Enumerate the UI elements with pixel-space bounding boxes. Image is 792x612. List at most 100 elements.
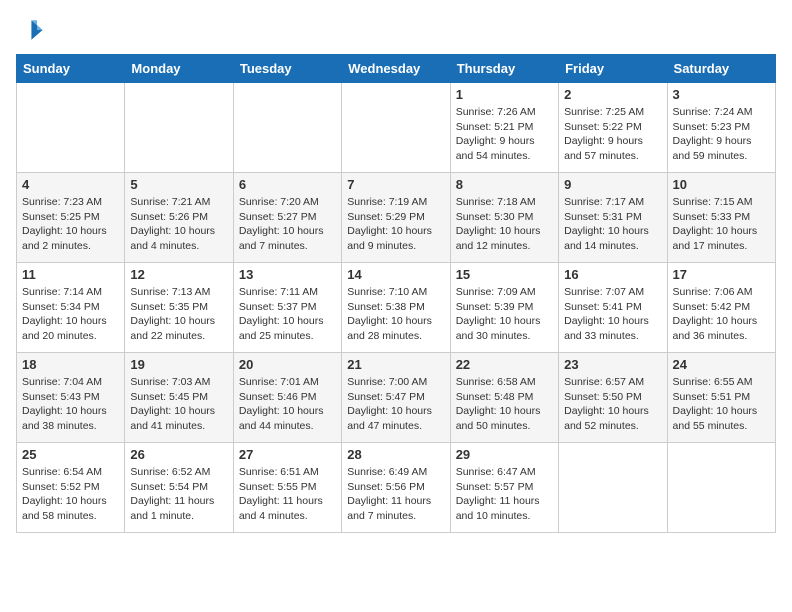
day-cell: 19 Sunrise: 7:03 AM Sunset: 5:45 PM Dayli… — [125, 353, 233, 443]
day-info: Sunrise: 7:23 AM Sunset: 5:25 PM Dayligh… — [22, 195, 119, 254]
day-number: 5 — [130, 177, 227, 192]
day-info: Sunrise: 6:52 AM Sunset: 5:54 PM Dayligh… — [130, 465, 227, 524]
day-number: 27 — [239, 447, 336, 462]
header-cell-thursday: Thursday — [450, 55, 558, 83]
day-cell — [559, 443, 667, 533]
day-number: 10 — [673, 177, 770, 192]
day-info: Sunrise: 6:58 AM Sunset: 5:48 PM Dayligh… — [456, 375, 553, 434]
day-cell: 11 Sunrise: 7:14 AM Sunset: 5:34 PM Dayli… — [17, 263, 125, 353]
day-cell: 20 Sunrise: 7:01 AM Sunset: 5:46 PM Dayli… — [233, 353, 341, 443]
day-number: 22 — [456, 357, 553, 372]
day-number: 19 — [130, 357, 227, 372]
day-info: Sunrise: 6:49 AM Sunset: 5:56 PM Dayligh… — [347, 465, 444, 524]
day-cell: 28 Sunrise: 6:49 AM Sunset: 5:56 PM Dayli… — [342, 443, 450, 533]
day-number: 28 — [347, 447, 444, 462]
day-number: 8 — [456, 177, 553, 192]
day-number: 17 — [673, 267, 770, 282]
day-cell: 8 Sunrise: 7:18 AM Sunset: 5:30 PM Daylig… — [450, 173, 558, 263]
day-cell: 25 Sunrise: 6:54 AM Sunset: 5:52 PM Dayli… — [17, 443, 125, 533]
day-number: 25 — [22, 447, 119, 462]
day-info: Sunrise: 7:24 AM Sunset: 5:23 PM Dayligh… — [673, 105, 770, 164]
day-cell — [125, 83, 233, 173]
day-number: 21 — [347, 357, 444, 372]
day-cell: 6 Sunrise: 7:20 AM Sunset: 5:27 PM Daylig… — [233, 173, 341, 263]
day-info: Sunrise: 7:13 AM Sunset: 5:35 PM Dayligh… — [130, 285, 227, 344]
day-number: 26 — [130, 447, 227, 462]
day-cell: 16Sunrise: 7:07 AM Sunset: 5:41 PM Dayli… — [559, 263, 667, 353]
day-cell: 10 Sunrise: 7:15 AM Sunset: 5:33 PM Dayli… — [667, 173, 775, 263]
day-info: Sunrise: 7:07 AM Sunset: 5:41 PM Dayligh… — [564, 285, 661, 344]
header-cell-wednesday: Wednesday — [342, 55, 450, 83]
day-number: 14 — [347, 267, 444, 282]
header-row: SundayMondayTuesdayWednesdayThursdayFrid… — [17, 55, 776, 83]
day-info: Sunrise: 6:51 AM Sunset: 5:55 PM Dayligh… — [239, 465, 336, 524]
day-info: Sunrise: 7:14 AM Sunset: 5:34 PM Dayligh… — [22, 285, 119, 344]
day-info: Sunrise: 7:01 AM Sunset: 5:46 PM Dayligh… — [239, 375, 336, 434]
logo-icon — [16, 16, 44, 44]
day-number: 13 — [239, 267, 336, 282]
week-row-4: 25 Sunrise: 6:54 AM Sunset: 5:52 PM Dayli… — [17, 443, 776, 533]
header-cell-friday: Friday — [559, 55, 667, 83]
day-cell — [17, 83, 125, 173]
day-info: Sunrise: 6:54 AM Sunset: 5:52 PM Dayligh… — [22, 465, 119, 524]
day-info: Sunrise: 7:25 AM Sunset: 5:22 PM Dayligh… — [564, 105, 661, 164]
day-number: 9 — [564, 177, 661, 192]
calendar-table: SundayMondayTuesdayWednesdayThursdayFrid… — [16, 54, 776, 533]
day-info: Sunrise: 7:04 AM Sunset: 5:43 PM Dayligh… — [22, 375, 119, 434]
day-info: Sunrise: 7:03 AM Sunset: 5:45 PM Dayligh… — [130, 375, 227, 434]
day-cell: 21 Sunrise: 7:00 AM Sunset: 5:47 PM Dayli… — [342, 353, 450, 443]
day-number: 11 — [22, 267, 119, 282]
day-info: Sunrise: 7:26 AM Sunset: 5:21 PM Dayligh… — [456, 105, 553, 164]
day-info: Sunrise: 6:57 AM Sunset: 5:50 PM Dayligh… — [564, 375, 661, 434]
day-number: 4 — [22, 177, 119, 192]
day-cell: 13 Sunrise: 7:11 AM Sunset: 5:37 PM Dayli… — [233, 263, 341, 353]
day-cell — [667, 443, 775, 533]
day-info: Sunrise: 7:19 AM Sunset: 5:29 PM Dayligh… — [347, 195, 444, 254]
day-cell: 27 Sunrise: 6:51 AM Sunset: 5:55 PM Dayli… — [233, 443, 341, 533]
day-cell: 26 Sunrise: 6:52 AM Sunset: 5:54 PM Dayli… — [125, 443, 233, 533]
day-cell: 15 Sunrise: 7:09 AM Sunset: 5:39 PM Dayli… — [450, 263, 558, 353]
day-cell: 3 Sunrise: 7:24 AM Sunset: 5:23 PM Daylig… — [667, 83, 775, 173]
logo — [16, 16, 48, 44]
calendar-body: 1 Sunrise: 7:26 AM Sunset: 5:21 PM Daylig… — [17, 83, 776, 533]
day-number: 3 — [673, 87, 770, 102]
day-info: Sunrise: 7:00 AM Sunset: 5:47 PM Dayligh… — [347, 375, 444, 434]
day-cell: 12 Sunrise: 7:13 AM Sunset: 5:35 PM Dayli… — [125, 263, 233, 353]
day-info: Sunrise: 6:47 AM Sunset: 5:57 PM Dayligh… — [456, 465, 553, 524]
day-number: 7 — [347, 177, 444, 192]
header-cell-monday: Monday — [125, 55, 233, 83]
day-cell: 17Sunrise: 7:06 AM Sunset: 5:42 PM Dayli… — [667, 263, 775, 353]
week-row-3: 18 Sunrise: 7:04 AM Sunset: 5:43 PM Dayli… — [17, 353, 776, 443]
day-number: 29 — [456, 447, 553, 462]
day-info: Sunrise: 7:18 AM Sunset: 5:30 PM Dayligh… — [456, 195, 553, 254]
page-header — [16, 16, 776, 44]
day-number: 23 — [564, 357, 661, 372]
day-info: Sunrise: 7:20 AM Sunset: 5:27 PM Dayligh… — [239, 195, 336, 254]
day-info: Sunrise: 7:11 AM Sunset: 5:37 PM Dayligh… — [239, 285, 336, 344]
header-cell-saturday: Saturday — [667, 55, 775, 83]
day-cell: 14Sunrise: 7:10 AM Sunset: 5:38 PM Dayli… — [342, 263, 450, 353]
day-info: Sunrise: 7:09 AM Sunset: 5:39 PM Dayligh… — [456, 285, 553, 344]
header-cell-tuesday: Tuesday — [233, 55, 341, 83]
day-number: 6 — [239, 177, 336, 192]
day-cell: 22 Sunrise: 6:58 AM Sunset: 5:48 PM Dayli… — [450, 353, 558, 443]
calendar-header: SundayMondayTuesdayWednesdayThursdayFrid… — [17, 55, 776, 83]
day-number: 2 — [564, 87, 661, 102]
day-number: 18 — [22, 357, 119, 372]
day-number: 1 — [456, 87, 553, 102]
day-number: 15 — [456, 267, 553, 282]
day-cell: 24Sunrise: 6:55 AM Sunset: 5:51 PM Dayli… — [667, 353, 775, 443]
day-cell: 23 Sunrise: 6:57 AM Sunset: 5:50 PM Dayli… — [559, 353, 667, 443]
week-row-1: 4 Sunrise: 7:23 AM Sunset: 5:25 PM Daylig… — [17, 173, 776, 263]
day-cell: 1 Sunrise: 7:26 AM Sunset: 5:21 PM Daylig… — [450, 83, 558, 173]
week-row-0: 1 Sunrise: 7:26 AM Sunset: 5:21 PM Daylig… — [17, 83, 776, 173]
day-cell: 18 Sunrise: 7:04 AM Sunset: 5:43 PM Dayli… — [17, 353, 125, 443]
day-number: 20 — [239, 357, 336, 372]
day-cell: 2 Sunrise: 7:25 AM Sunset: 5:22 PM Daylig… — [559, 83, 667, 173]
day-info: Sunrise: 7:17 AM Sunset: 5:31 PM Dayligh… — [564, 195, 661, 254]
header-cell-sunday: Sunday — [17, 55, 125, 83]
day-cell: 7 Sunrise: 7:19 AM Sunset: 5:29 PM Daylig… — [342, 173, 450, 263]
day-number: 24 — [673, 357, 770, 372]
day-info: Sunrise: 7:15 AM Sunset: 5:33 PM Dayligh… — [673, 195, 770, 254]
day-number: 12 — [130, 267, 227, 282]
